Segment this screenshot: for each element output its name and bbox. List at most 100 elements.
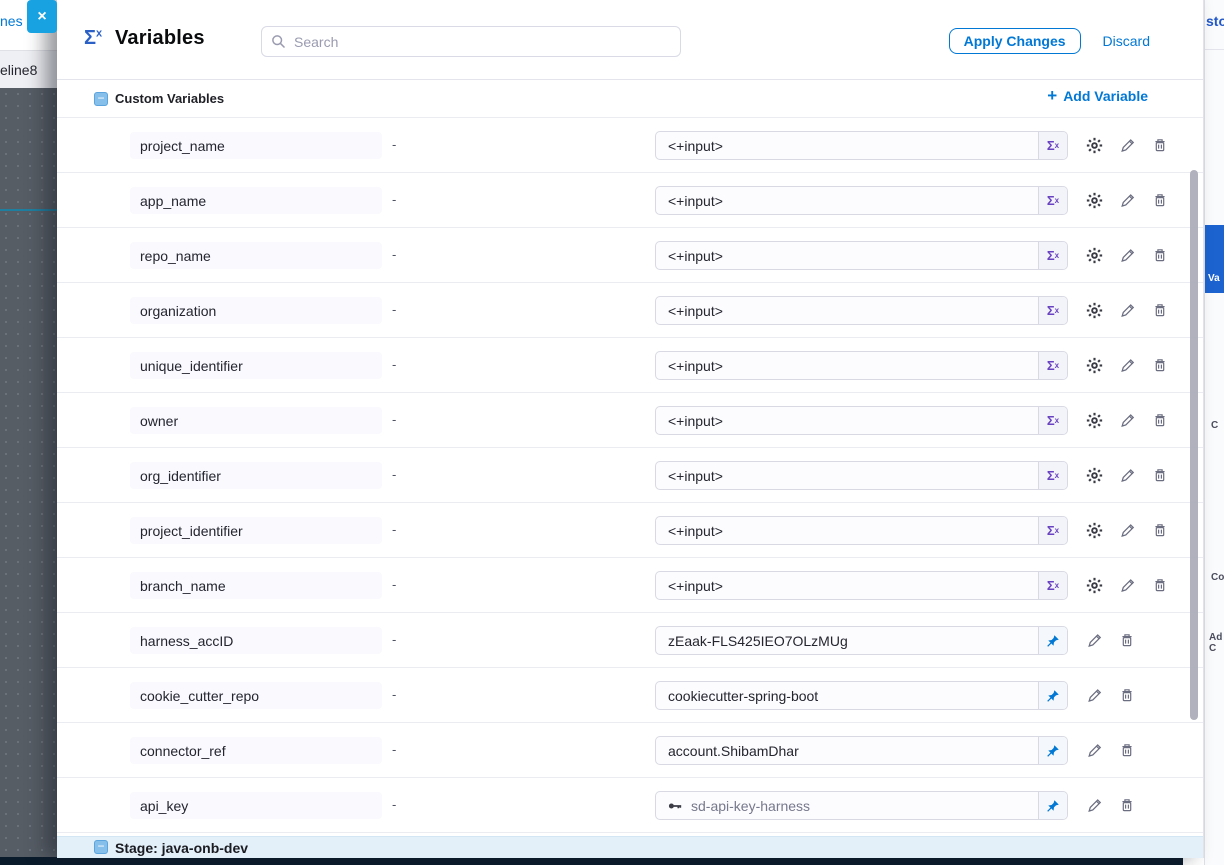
settings-gear-icon[interactable] [1085, 301, 1103, 319]
delete-trash-icon[interactable] [1151, 521, 1169, 539]
delete-trash-icon[interactable] [1118, 631, 1136, 649]
rail-tab-fragment-2[interactable]: Co [1211, 572, 1224, 583]
rail-tab-fragment-3[interactable]: AdC [1209, 632, 1222, 654]
variable-type-dash: - [392, 137, 396, 152]
variable-value-input[interactable]: zEaak-FLS425IEO7OLzMUg Σx [655, 626, 1068, 655]
expression-toggle-icon[interactable]: Σx [1038, 517, 1067, 544]
expression-toggle-icon[interactable]: Σx [1038, 242, 1067, 269]
edit-pencil-icon[interactable] [1118, 466, 1136, 484]
edit-pencil-icon[interactable] [1118, 301, 1136, 319]
edit-pencil-icon[interactable] [1085, 796, 1103, 814]
delete-trash-icon[interactable] [1118, 796, 1136, 814]
delete-trash-icon[interactable] [1151, 411, 1169, 429]
collapse-stage-icon[interactable]: − [94, 840, 108, 854]
pin-fixed-value-icon[interactable] [1038, 792, 1067, 819]
edit-pencil-icon[interactable] [1085, 631, 1103, 649]
variable-value-input[interactable]: <+input> Σx [655, 241, 1068, 270]
variable-value-input[interactable]: <+input> Σx [655, 516, 1068, 545]
delete-trash-icon[interactable] [1151, 466, 1169, 484]
settings-gear-icon[interactable] [1085, 576, 1103, 594]
variable-name-field[interactable]: project_identifier [130, 517, 382, 544]
expression-toggle-icon[interactable]: Σx [1038, 297, 1067, 324]
edit-pencil-icon[interactable] [1118, 246, 1136, 264]
expression-toggle-icon[interactable]: Σx [1038, 132, 1067, 159]
variable-name-field[interactable]: branch_name [130, 572, 382, 599]
edit-pencil-icon[interactable] [1118, 356, 1136, 374]
edit-pencil-icon[interactable] [1118, 191, 1136, 209]
edit-pencil-icon[interactable] [1118, 136, 1136, 154]
settings-gear-icon[interactable] [1085, 521, 1103, 539]
settings-gear-icon[interactable] [1085, 411, 1103, 429]
row-actions [1085, 462, 1169, 488]
variable-name-text: organization [140, 303, 216, 319]
variable-name-field[interactable]: organization [130, 297, 382, 324]
edit-pencil-icon[interactable] [1118, 411, 1136, 429]
expression-toggle-icon[interactable]: Σx [1038, 187, 1067, 214]
add-variable-button[interactable]: + Add Variable [1047, 88, 1148, 104]
variable-name-field[interactable]: org_identifier [130, 462, 382, 489]
variable-value-input[interactable]: <+input> Σx [655, 186, 1068, 215]
variable-value-text: <+input> [656, 248, 1038, 264]
close-drawer-button[interactable]: × [27, 0, 57, 33]
pin-fixed-value-icon[interactable] [1038, 737, 1067, 764]
variable-value-input[interactable]: <+input> Σx [655, 406, 1068, 435]
variable-value-input[interactable]: sd-api-key-harness Σx [655, 791, 1068, 820]
variable-type-dash: - [392, 522, 396, 537]
settings-gear-icon[interactable] [1085, 246, 1103, 264]
variable-value-input[interactable]: <+input> Σx [655, 461, 1068, 490]
variables-drawer: Σx Variables Apply Changes Discard − Cus… [57, 0, 1204, 858]
delete-trash-icon[interactable] [1118, 686, 1136, 704]
edit-pencil-icon[interactable] [1085, 686, 1103, 704]
delete-trash-icon[interactable] [1151, 301, 1169, 319]
variable-value-input[interactable]: <+input> Σx [655, 131, 1068, 160]
rail-divider [1205, 49, 1224, 50]
drawer-scrollbar[interactable] [1190, 170, 1198, 720]
pin-fixed-value-icon[interactable] [1038, 682, 1067, 709]
delete-trash-icon[interactable] [1151, 576, 1169, 594]
edit-pencil-icon[interactable] [1118, 521, 1136, 539]
variable-name-field[interactable]: harness_accID [130, 627, 382, 654]
delete-trash-icon[interactable] [1151, 136, 1169, 154]
variable-value-text: <+input> [656, 358, 1038, 374]
pin-fixed-value-icon[interactable] [1038, 627, 1067, 654]
discard-button[interactable]: Discard [1103, 33, 1150, 49]
variable-name-field[interactable]: project_name [130, 132, 382, 159]
variable-name-field[interactable]: owner [130, 407, 382, 434]
history-link-fragment[interactable]: stor [1206, 13, 1224, 29]
delete-trash-icon[interactable] [1151, 191, 1169, 209]
variable-name-field[interactable]: api_key [130, 792, 382, 819]
variable-value-input[interactable]: account.ShibamDhar Σx [655, 736, 1068, 765]
settings-gear-icon[interactable] [1085, 466, 1103, 484]
delete-trash-icon[interactable] [1118, 741, 1136, 759]
rail-tab-fragment-1[interactable]: C [1211, 420, 1218, 431]
apply-changes-button[interactable]: Apply Changes [949, 28, 1081, 54]
expression-toggle-icon[interactable]: Σx [1038, 572, 1067, 599]
row-actions [1085, 682, 1136, 708]
expression-toggle-icon[interactable]: Σx [1038, 352, 1067, 379]
expression-toggle-icon[interactable]: Σx [1038, 462, 1067, 489]
delete-trash-icon[interactable] [1151, 246, 1169, 264]
variable-value-input[interactable]: <+input> Σx [655, 571, 1068, 600]
variable-name-field[interactable]: app_name [130, 187, 382, 214]
edit-pencil-icon[interactable] [1118, 576, 1136, 594]
settings-gear-icon[interactable] [1085, 136, 1103, 154]
variable-row: repo_name - <+input> Σx [57, 228, 1203, 283]
variable-value-input[interactable]: <+input> Σx [655, 296, 1068, 325]
delete-trash-icon[interactable] [1151, 356, 1169, 374]
drawer-header: Σx Variables Apply Changes Discard [57, 0, 1203, 80]
variable-name-field[interactable]: connector_ref [130, 737, 382, 764]
settings-gear-icon[interactable] [1085, 356, 1103, 374]
search-input[interactable] [261, 26, 681, 57]
rail-tab-variables[interactable]: Va [1205, 225, 1224, 293]
collapse-section-icon[interactable]: − [94, 92, 108, 106]
variable-name-field[interactable]: repo_name [130, 242, 382, 269]
variable-name-field[interactable]: cookie_cutter_repo [130, 682, 382, 709]
breadcrumb-fragment[interactable]: nes [0, 13, 26, 29]
settings-gear-icon[interactable] [1085, 191, 1103, 209]
variable-value-input[interactable]: <+input> Σx [655, 351, 1068, 380]
variable-value-input[interactable]: cookiecutter-spring-boot Σx [655, 681, 1068, 710]
underlying-pipeline-tab: eline8 [0, 50, 57, 88]
edit-pencil-icon[interactable] [1085, 741, 1103, 759]
expression-toggle-icon[interactable]: Σx [1038, 407, 1067, 434]
variable-name-field[interactable]: unique_identifier [130, 352, 382, 379]
